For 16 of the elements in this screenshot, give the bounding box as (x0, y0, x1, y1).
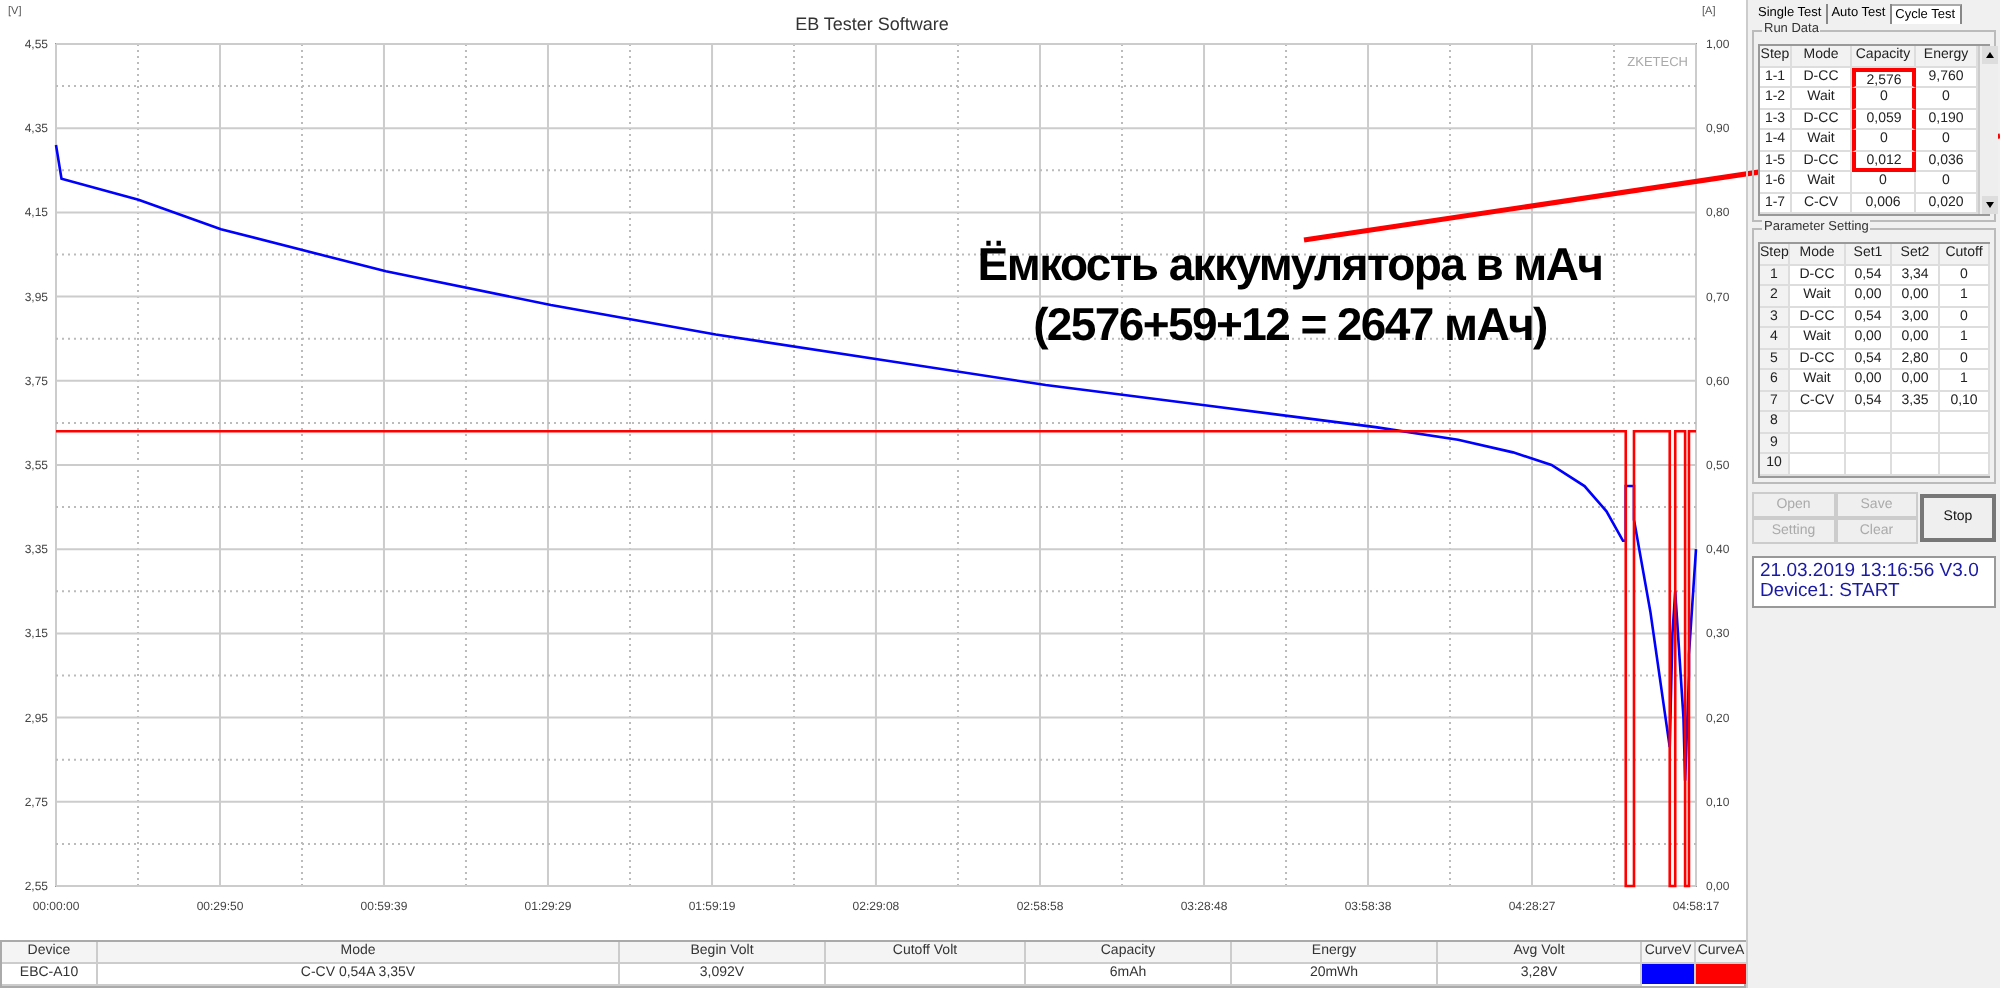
table-cell (1892, 433, 1940, 454)
table-cell (1940, 433, 1990, 454)
curve-swatch (1642, 964, 1696, 984)
table-cell (1940, 412, 1990, 433)
table-cell (1846, 433, 1892, 454)
table-cell (1892, 412, 1940, 433)
table-cell (1790, 433, 1846, 454)
table-cell (1846, 412, 1892, 433)
annotation-text: Ёмкость аккумулятора в мАч (977, 236, 1603, 294)
annotation-text: (2576+59+12 = 2647 мАч) (1033, 296, 1547, 354)
chart-title: EB Tester Software (795, 14, 949, 34)
table-cell (1790, 412, 1846, 433)
scroll-down-icon[interactable] (1981, 196, 1997, 214)
status-text: 21.03.2019 13:16:56 V3.0 (1760, 561, 1981, 581)
status-text: Device1: START (1760, 581, 1902, 601)
scroll-up-icon[interactable] (1981, 46, 1997, 64)
